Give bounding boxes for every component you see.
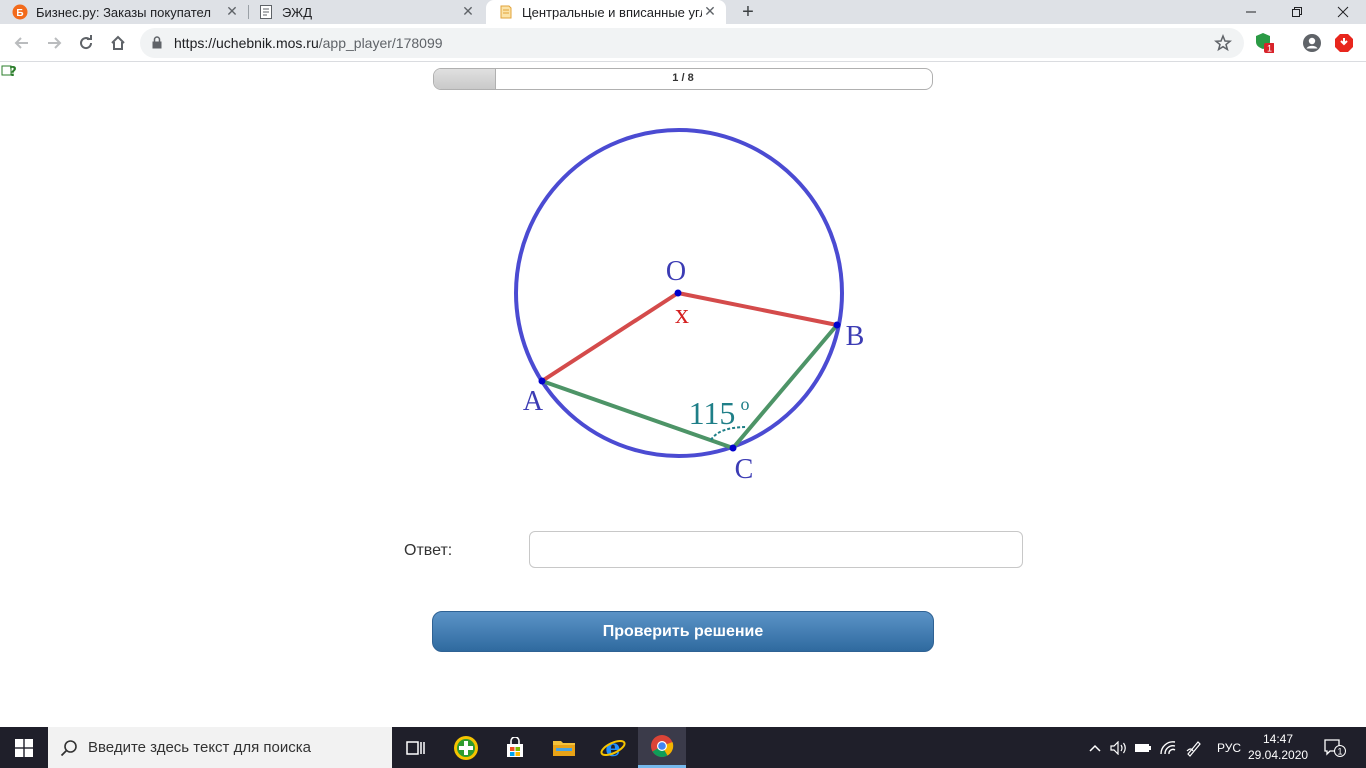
close-tab-icon[interactable]: ✕ [224, 3, 240, 19]
windows-taskbar: Введите здесь текст для поиска e РУС 14:… [0, 727, 1366, 768]
degree-mark: o [741, 394, 750, 414]
tab-ugly-active[interactable]: Центральные и вписанные углы ✕ [486, 0, 726, 24]
shield-extension-icon[interactable]: 1 [1254, 33, 1274, 54]
label-C: C [735, 454, 754, 485]
document-favicon-icon [258, 4, 274, 20]
green-plus-app-icon[interactable] [442, 727, 490, 768]
svg-text:1: 1 [1337, 746, 1342, 756]
file-explorer-icon[interactable] [540, 727, 588, 768]
forward-icon[interactable] [42, 31, 66, 55]
close-tab-icon[interactable]: ✕ [702, 3, 718, 19]
taskbar-search[interactable]: Введите здесь текст для поиска [48, 727, 392, 768]
answer-label: Ответ: [404, 542, 453, 559]
point-A [538, 377, 546, 385]
radius-OA [540, 291, 680, 383]
internet-explorer-icon[interactable]: e [589, 727, 637, 768]
svg-text:Б: Б [16, 8, 23, 19]
radius-OB [677, 291, 838, 327]
help-question-icon[interactable]: ? [1, 63, 17, 80]
tab-strip: Б Бизнес.ру: Заказы покупателей ✕ ЭЖД ✕ … [0, 0, 1366, 24]
battery-icon[interactable] [1132, 727, 1154, 768]
url-text: https://uchebnik.mos.ru/app_player/17809… [174, 35, 443, 51]
label-A: A [523, 386, 544, 417]
angle-value-label: 115 [689, 395, 736, 431]
adblock-extension-icon[interactable] [1334, 33, 1354, 53]
svg-text:?: ? [9, 65, 17, 80]
point-O [674, 289, 682, 297]
lock-icon [152, 36, 162, 54]
task-view-icon[interactable] [392, 727, 440, 768]
search-placeholder: Введите здесь текст для поиска [88, 739, 311, 756]
tray-chevron-up-icon[interactable] [1086, 727, 1104, 768]
close-tab-icon[interactable]: ✕ [460, 3, 476, 19]
tab-biznes[interactable]: Б Бизнес.ру: Заказы покупателей ✕ [12, 0, 248, 24]
volume-icon[interactable] [1108, 727, 1130, 768]
search-icon [60, 739, 78, 757]
task-progress-bar: 1 / 8 [433, 68, 933, 90]
label-O: O [666, 256, 686, 287]
svg-text:1: 1 [1267, 44, 1272, 54]
svg-text:e: e [605, 735, 620, 761]
geometry-figure: O x A B C 115 o [514, 128, 865, 485]
reload-icon[interactable] [74, 31, 98, 55]
new-tab-button[interactable]: + [737, 0, 759, 24]
progress-text: 1 / 8 [672, 72, 694, 84]
chord-CB [731, 323, 839, 450]
answer-input[interactable] [529, 531, 1023, 568]
address-bar[interactable]: https://uchebnik.mos.ru/app_player/17809… [140, 28, 1244, 58]
store-icon[interactable] [491, 727, 539, 768]
close-window-icon[interactable] [1320, 0, 1366, 24]
chrome-taskbar-icon[interactable] [638, 727, 686, 768]
bookmark-star-icon[interactable] [1214, 33, 1232, 57]
label-x: x [675, 299, 689, 330]
tab-ezhd[interactable]: ЭЖД ✕ [258, 0, 484, 24]
tab-title: Бизнес.ру: Заказы покупателей [36, 4, 211, 20]
label-B: B [846, 321, 865, 352]
browser-toolbar: https://uchebnik.mos.ru/app_player/17809… [0, 24, 1366, 62]
language-indicator[interactable]: РУС [1212, 727, 1246, 768]
biznes-favicon-icon: Б [12, 4, 28, 20]
point-C [729, 444, 737, 452]
system-clock[interactable]: 14:47 29.04.2020 [1248, 731, 1308, 763]
home-icon[interactable] [106, 31, 130, 55]
tab-title: ЭЖД [282, 4, 312, 20]
notifications-icon[interactable]: 1 [1318, 727, 1352, 768]
restore-icon[interactable] [1274, 0, 1320, 24]
pen-icon[interactable] [1182, 727, 1206, 768]
profile-avatar-icon[interactable] [1302, 33, 1322, 53]
point-B [833, 321, 841, 329]
back-icon[interactable] [10, 31, 34, 55]
tab-title: Центральные и вписанные углы [522, 4, 702, 20]
page-content: ? 1 / 8 O x A B C 115 o Ответ: Проверить… [0, 62, 1366, 727]
wifi-icon[interactable] [1157, 727, 1179, 768]
check-solution-button[interactable]: Проверить решение [432, 611, 934, 652]
minimize-icon[interactable] [1228, 0, 1274, 24]
book-favicon-icon [498, 4, 514, 20]
windows-start-icon[interactable] [0, 727, 48, 768]
